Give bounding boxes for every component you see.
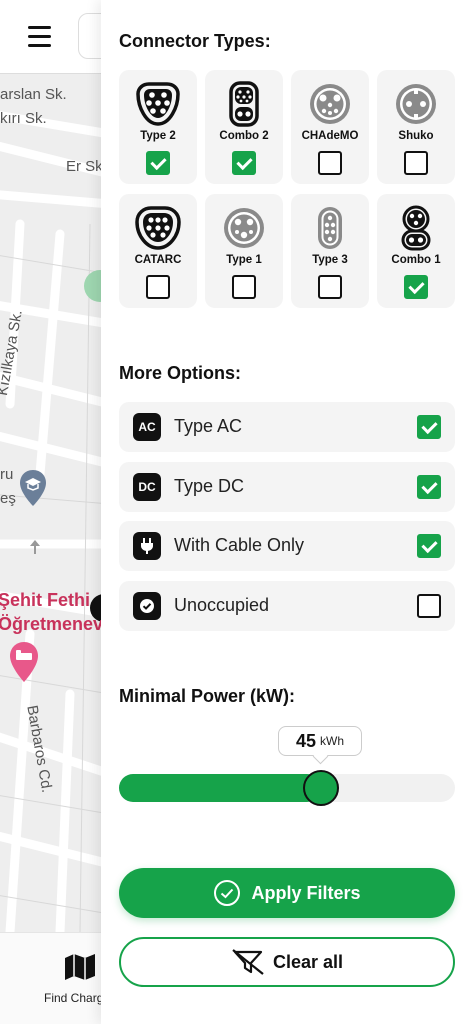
hotel-pin-icon[interactable] bbox=[8, 640, 40, 684]
dc-badge-icon: DC bbox=[133, 472, 161, 501]
option-label: Unoccupied bbox=[174, 594, 270, 615]
connector-types-title: Connector Types: bbox=[119, 31, 271, 51]
option-label: Type DC bbox=[174, 475, 245, 496]
more-options-title: More Options: bbox=[119, 363, 241, 383]
option-type-ac[interactable]: AC Type AC bbox=[119, 402, 455, 452]
connector-checkbox-type3[interactable] bbox=[318, 275, 342, 299]
option-checkbox-type-dc[interactable] bbox=[417, 474, 441, 499]
connector-checkbox-shuko[interactable] bbox=[404, 151, 428, 175]
ac-badge-icon: AC bbox=[133, 413, 161, 441]
type3-connector-icon bbox=[318, 207, 342, 249]
option-unoccupied[interactable]: Unoccupied bbox=[119, 580, 455, 631]
connector-label: Type 3 bbox=[312, 254, 348, 266]
type2-connector-icon bbox=[136, 82, 180, 126]
connector-label: CHAdeMO bbox=[301, 130, 359, 142]
school-pin-icon[interactable] bbox=[18, 468, 48, 508]
apply-filters-label: Apply Filters bbox=[251, 882, 361, 903]
combo1-connector-icon bbox=[401, 205, 431, 251]
nav-find-charge-label[interactable]: Find Charg bbox=[44, 991, 103, 1005]
street-label: Er Sk bbox=[66, 158, 103, 175]
apply-filters-button[interactable]: Apply Filters bbox=[119, 868, 455, 918]
minimal-power-title: Minimal Power (kW): bbox=[119, 686, 296, 706]
connector-grid: Type 2 Combo 2 CHAdeMO Shuko CATARC Type… bbox=[119, 70, 455, 308]
option-with-cable-only[interactable]: With Cable Only bbox=[119, 521, 455, 571]
power-slider-fill bbox=[119, 774, 321, 802]
connector-card-chademo[interactable]: CHAdeMO bbox=[291, 70, 369, 184]
option-type-dc[interactable]: DC Type DC bbox=[119, 461, 455, 512]
connector-label: Combo 1 bbox=[391, 254, 441, 266]
power-unit: kWh bbox=[320, 734, 345, 748]
option-checkbox-type-ac[interactable] bbox=[417, 415, 441, 439]
connector-label: Shuko bbox=[398, 130, 434, 142]
options-list: AC Type AC DC Type DC With Cable Only Un… bbox=[119, 402, 455, 640]
connector-card-type2[interactable]: Type 2 bbox=[119, 70, 197, 184]
connector-card-combo2[interactable]: Combo 2 bbox=[205, 70, 283, 184]
connector-card-type1[interactable]: Type 1 bbox=[205, 194, 283, 308]
filter-panel: Connector Types: Type 2 Combo 2 CHAdeMO … bbox=[101, 0, 473, 1024]
connector-checkbox-combo2[interactable] bbox=[232, 151, 256, 175]
clear-all-label: Clear all bbox=[272, 951, 344, 972]
check-circle-icon bbox=[133, 591, 161, 620]
power-value-tooltip: 45 kWh bbox=[278, 726, 362, 756]
street-label: arslan Sk. bbox=[0, 86, 67, 103]
plug-icon bbox=[133, 532, 161, 560]
option-checkbox-unoccupied[interactable] bbox=[417, 593, 441, 618]
connector-label: Type 1 bbox=[226, 254, 262, 266]
power-value: 45 bbox=[295, 730, 317, 751]
connector-card-catarc[interactable]: CATARC bbox=[119, 194, 197, 308]
connector-label: CATARC bbox=[134, 254, 182, 266]
clear-all-button[interactable]: Clear all bbox=[119, 937, 455, 987]
power-slider-thumb[interactable] bbox=[303, 770, 339, 806]
menu-button[interactable] bbox=[20, 18, 60, 54]
street-label: kırı Sk. bbox=[0, 110, 47, 127]
power-slider-track[interactable] bbox=[119, 770, 455, 806]
map-view[interactable]: arslan Sk. kırı Sk. Er Sk Kızılkaya Sk. … bbox=[0, 74, 110, 932]
connector-checkbox-chademo[interactable] bbox=[318, 151, 342, 175]
connector-label: Combo 2 bbox=[219, 130, 269, 142]
map-icon[interactable] bbox=[64, 953, 96, 981]
connector-card-shuko[interactable]: Shuko bbox=[377, 70, 455, 184]
combo2-connector-icon bbox=[229, 81, 259, 127]
poi-label[interactable]: Öğretmenev bbox=[0, 614, 103, 635]
catarc-connector-icon bbox=[135, 206, 181, 250]
option-label: Type AC bbox=[174, 416, 243, 436]
connector-checkbox-combo1[interactable] bbox=[404, 275, 428, 299]
direction-arrow-icon bbox=[30, 540, 40, 554]
menu-icon bbox=[28, 25, 51, 29]
option-checkbox-with-cable[interactable] bbox=[417, 534, 441, 558]
type1-connector-icon bbox=[224, 208, 264, 248]
connector-checkbox-type1[interactable] bbox=[232, 275, 256, 299]
shuko-connector-icon bbox=[396, 84, 436, 124]
connector-card-combo1[interactable]: Combo 1 bbox=[377, 194, 455, 308]
option-label: With Cable Only bbox=[174, 535, 305, 555]
connector-label: Type 2 bbox=[140, 130, 176, 142]
poi-label[interactable]: Şehit Fethi bbox=[0, 590, 90, 611]
top-bar bbox=[0, 0, 118, 74]
connector-checkbox-catarc[interactable] bbox=[146, 275, 170, 299]
clear-filter-icon bbox=[232, 949, 264, 975]
bottom-nav: Find Charg bbox=[0, 932, 110, 1024]
street-label: ru bbox=[0, 466, 14, 483]
street-label: eş bbox=[0, 490, 16, 507]
connector-checkbox-type2[interactable] bbox=[146, 151, 170, 175]
connector-card-type3[interactable]: Type 3 bbox=[291, 194, 369, 308]
map-streets bbox=[0, 111, 110, 932]
chademo-connector-icon bbox=[310, 84, 350, 124]
check-circle-icon bbox=[214, 880, 241, 906]
